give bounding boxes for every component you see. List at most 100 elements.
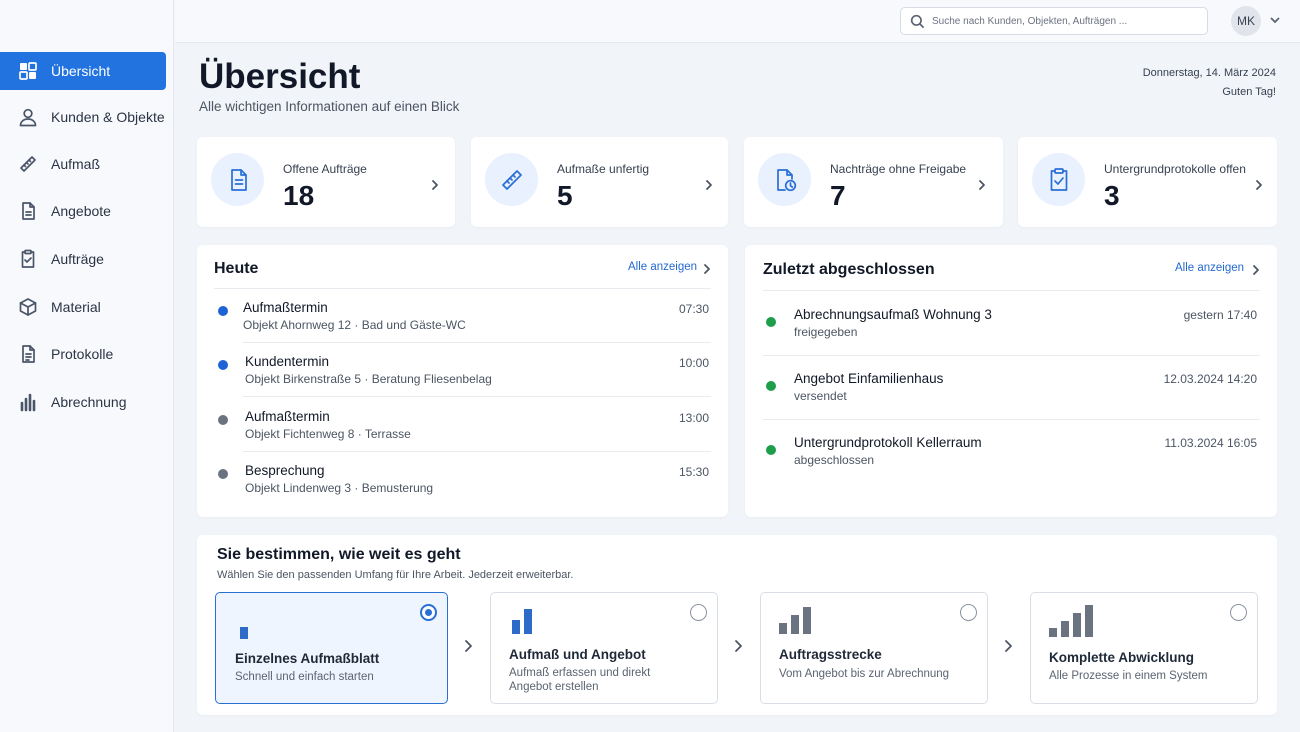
item-time: 12.03.2024 14:20 <box>1163 372 1257 386</box>
plan-desc: Vom Angebot bis zur Abrechnung <box>779 668 950 680</box>
item-title: Kundentermin <box>245 354 330 369</box>
item-time: 15:30 <box>678 465 709 479</box>
sidebar-item-label: Aufmaß <box>51 156 101 172</box>
recent-title: Zuletzt abgeschlossen <box>763 261 935 278</box>
stat-label: Nachträge ohne Freigabe <box>830 162 967 176</box>
divider <box>243 342 711 343</box>
divider <box>214 288 711 289</box>
level-bar <box>791 615 799 634</box>
item-time: 07:30 <box>678 302 709 316</box>
today-show-all-link[interactable]: Alle anzeigen <box>628 261 697 273</box>
item-title: Untergrundprotokoll Kellerraum <box>794 435 982 450</box>
item-time: 10:00 <box>678 356 709 370</box>
stat-card-offene-auftraege[interactable]: Offene Aufträge 18 <box>197 137 455 227</box>
status-dot <box>766 317 776 327</box>
level-bar <box>524 609 532 634</box>
chevron-right-icon <box>463 638 475 654</box>
chevron-right-icon <box>703 178 715 190</box>
item-subtitle: freigegeben <box>794 325 858 339</box>
divider <box>243 451 711 452</box>
plan-radio[interactable] <box>420 604 437 621</box>
sidebar-item-label: Übersicht <box>51 63 111 79</box>
avatar[interactable]: MK <box>1231 6 1261 36</box>
plan-radio[interactable] <box>960 604 977 621</box>
item-subtitle: Objekt Ahornweg 12 · Bad und Gäste-WC <box>243 318 466 332</box>
chevron-right-icon <box>429 178 441 190</box>
item-time: 11.03.2024 16:05 <box>1164 436 1257 450</box>
stat-value: 18 <box>283 180 315 211</box>
item-title: Besprechung <box>245 463 325 478</box>
sidebar-item-kunden-objekte[interactable]: Kunden & Objekte <box>0 98 166 136</box>
item-title: Aufmaßtermin <box>245 409 330 424</box>
page-subtitle: Alle wichtigen Informationen auf einen B… <box>199 99 460 114</box>
plan-radio[interactable] <box>690 604 707 621</box>
plan-option-komplette-abwicklung[interactable]: Komplette Abwicklung Alle Prozesse in ei… <box>1030 592 1258 704</box>
clipboard-check-icon <box>1032 153 1085 206</box>
topbar: MK <box>175 0 1300 43</box>
chevron-right-icon <box>733 638 745 654</box>
plan-level-bars <box>240 627 248 639</box>
sidebar-item-label: Angebote <box>51 203 111 219</box>
level-bar <box>1085 605 1093 637</box>
sidebar-item-uebersicht[interactable]: Übersicht <box>0 52 166 90</box>
plan-option-aufmass-und-angebot[interactable]: Aufmaß und Angebot Aufmaß erfassen und d… <box>490 592 718 704</box>
item-subtitle: Objekt Lindenweg 3 · Bemusterung <box>245 481 434 495</box>
sidebar-item-auftraege[interactable]: Aufträge <box>0 240 166 278</box>
user-icon <box>18 107 38 127</box>
level-bar <box>803 607 811 634</box>
chevron-right-icon[interactable] <box>1250 263 1262 275</box>
page-title: Übersicht <box>199 57 361 96</box>
item-subtitle: Objekt Fichtenweg 8 · Terrasse <box>245 427 411 441</box>
stat-card-nachtraege[interactable]: Nachträge ohne Freigabe 7 <box>744 137 1003 227</box>
search-box[interactable] <box>900 7 1208 35</box>
recent-show-all-link[interactable]: Alle anzeigen <box>1175 262 1244 274</box>
plan-name: Aufmaß und Angebot <box>509 647 646 662</box>
status-dot <box>218 306 228 316</box>
status-dot <box>766 381 776 391</box>
plan-option-einzelnes-aufmassblatt[interactable]: Einzelnes Aufmaßblatt Schnell und einfac… <box>215 592 448 704</box>
sidebar-item-label: Protokolle <box>51 346 114 362</box>
sidebar-item-protokolle[interactable]: Protokolle <box>0 335 166 373</box>
plans-subtitle: Wählen Sie den passenden Umfang für Ihre… <box>217 569 574 581</box>
status-dot <box>218 360 228 370</box>
search-icon <box>910 14 925 28</box>
level-bar <box>240 627 248 639</box>
item-time: 13:00 <box>678 411 709 425</box>
chevron-right-icon[interactable] <box>701 262 713 274</box>
chevron-right-icon <box>1253 178 1265 190</box>
document-icon <box>211 153 264 206</box>
stat-value: 7 <box>830 180 846 211</box>
plan-radio[interactable] <box>1230 604 1247 621</box>
ruler-icon <box>18 154 38 174</box>
stat-label: Offene Aufträge <box>283 162 367 176</box>
sidebar-item-angebote[interactable]: Angebote <box>0 192 166 230</box>
sidebar-item-label: Kunden & Objekte <box>51 109 165 125</box>
today-title: Heute <box>214 260 259 277</box>
stat-card-aufmasse-unfertig[interactable]: Aufmaße unfertig 5 <box>471 137 728 227</box>
item-title: Angebot Einfamilienhaus <box>794 371 944 386</box>
sidebar-item-label: Abrechnung <box>51 394 127 410</box>
sidebar-item-label: Material <box>51 299 101 315</box>
sidebar-item-material[interactable]: Material <box>0 288 166 326</box>
clipboard-check-icon <box>18 249 38 269</box>
plans-title: Sie bestimmen, wie weit es geht <box>217 546 461 563</box>
stat-value: 5 <box>557 180 573 211</box>
today-panel: Heute Alle anzeigen Aufmaßtermin Objekt … <box>197 245 728 517</box>
stat-card-untergrundprotokolle[interactable]: Untergrundprotokolle offen 3 <box>1018 137 1277 227</box>
plan-option-auftragsstrecke[interactable]: Auftragsstrecke Vom Angebot bis zur Abre… <box>760 592 988 704</box>
sidebar-item-aufmass[interactable]: Aufmaß <box>0 145 166 183</box>
ruler-icon <box>485 153 538 206</box>
bar-chart-icon <box>18 392 38 412</box>
chevron-right-icon <box>1003 638 1015 654</box>
level-bar <box>1049 628 1057 637</box>
divider <box>763 355 1260 356</box>
sidebar-item-abrechnung[interactable]: Abrechnung <box>0 383 166 421</box>
status-dot <box>218 469 228 479</box>
divider <box>763 290 1260 291</box>
chevron-down-icon[interactable] <box>1268 13 1282 27</box>
stat-label: Aufmaße unfertig <box>557 162 650 176</box>
plan-desc: Schnell und einfach starten <box>235 671 374 683</box>
plan-name: Auftragsstrecke <box>779 647 882 662</box>
chevron-right-icon <box>976 178 988 190</box>
search-input[interactable] <box>932 15 1202 27</box>
